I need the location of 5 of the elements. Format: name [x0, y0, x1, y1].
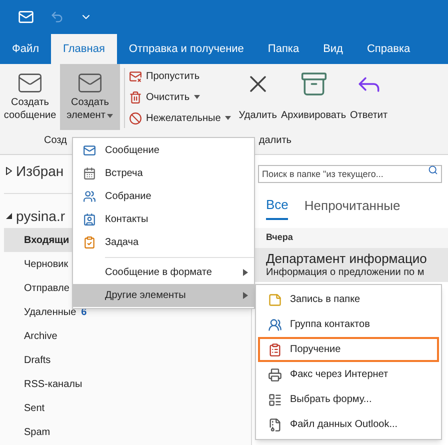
group-header: Вчера	[266, 230, 293, 244]
message-preview: Информация о предложении по м	[266, 266, 426, 278]
group-label: Созд	[44, 134, 67, 148]
message-sender: Департамент информацио	[266, 250, 428, 266]
group-label: далить	[258, 134, 292, 148]
